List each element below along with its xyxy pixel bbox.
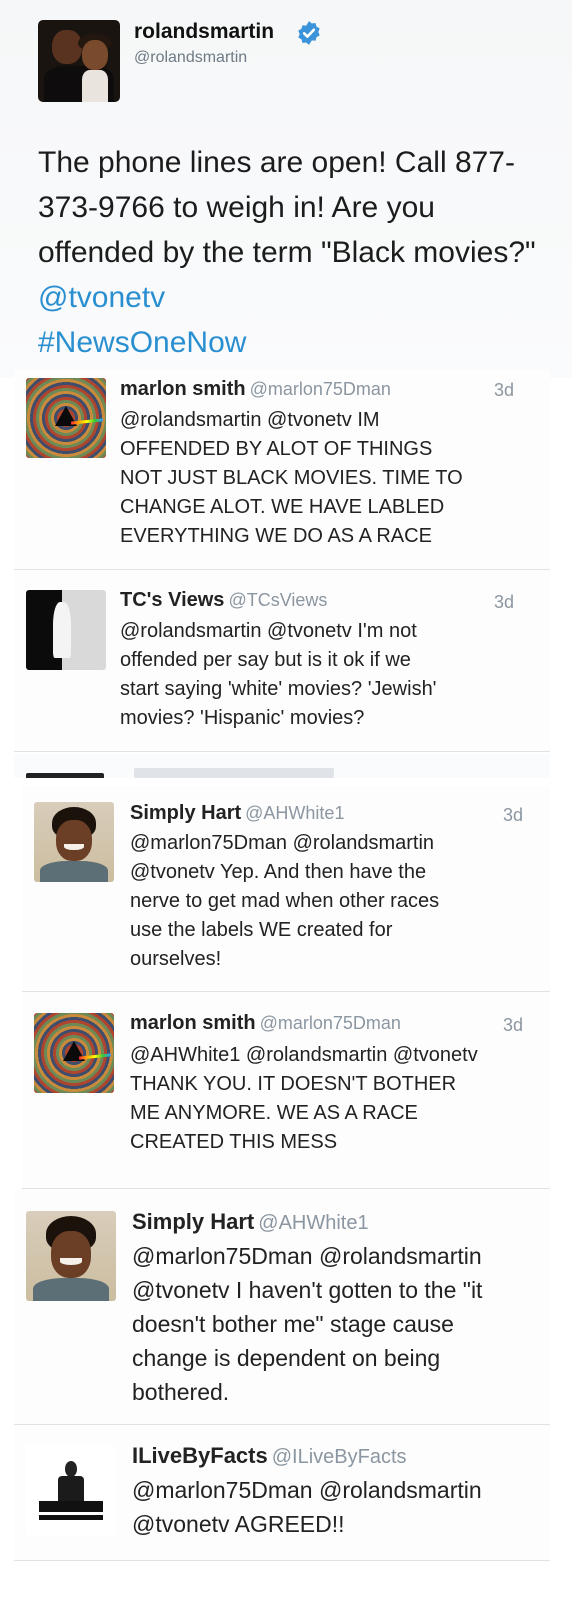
main-tweet: rolandsmartin @rolandsmartin The phone l… <box>0 0 572 378</box>
reply-text: @marlon75Dman @rolandsmartin @tvonetv I … <box>132 1243 483 1405</box>
reply-name: marlon smith <box>130 1012 256 1034</box>
reply-author[interactable]: marlon smith @marlon75Dman <box>120 378 391 401</box>
reply-handle: @marlon75Dman <box>249 379 391 399</box>
reply-handle: @TCsViews <box>228 590 328 610</box>
avatar-face-shape <box>52 30 82 64</box>
hashtag-link[interactable]: #NewsOneNow <box>38 326 246 359</box>
reply-name: ILiveByFacts <box>132 1443 268 1468</box>
reply-card[interactable]: marlon smith @marlon75Dman 3d @rolandsmar… <box>14 370 550 570</box>
reply-handle: @AHWhite1 <box>258 1212 369 1234</box>
author-handle[interactable]: @rolandsmartin <box>134 49 247 67</box>
reply-name: TC's Views <box>120 589 225 611</box>
psychedelic-prism-icon[interactable] <box>34 1013 114 1093</box>
tweet-text: The phone lines are open! Call 877-373-9… <box>38 140 538 365</box>
avatar-smile-shape <box>64 843 84 850</box>
psychedelic-prism-icon[interactable] <box>26 378 106 458</box>
mention-link[interactable]: @tvonetv <box>38 281 165 314</box>
reply-text: @AHWhite1 @rolandsmartin @tvonetv THANK … <box>130 1044 478 1153</box>
author-name[interactable]: rolandsmartin <box>134 20 274 44</box>
reply-card[interactable]: marlon smith @marlon75Dman 3d @AHWhite1 @… <box>22 993 550 1189</box>
avatar-face-shape <box>82 40 108 70</box>
avatar-edge-shape <box>26 773 104 778</box>
reply-author[interactable]: Simply Hart @AHWhite1 <box>130 802 344 825</box>
avatar-desk-shape <box>38 1500 104 1512</box>
verified-badge-icon <box>298 21 320 45</box>
bw-photo-icon[interactable] <box>26 590 106 670</box>
woman-portrait-icon[interactable] <box>34 802 114 882</box>
avatar-face-shape <box>51 1230 91 1278</box>
avatar-head-shape <box>64 1461 78 1478</box>
avatar-shoulder-shape <box>40 861 108 882</box>
reply-card[interactable]: Simply Hart @AHWhite1 3d @marlon75Dman @r… <box>22 786 550 992</box>
avatar-smile-shape <box>60 1257 82 1265</box>
reply-text: @marlon75Dman @rolandsmartin @tvonetv Ye… <box>130 832 440 970</box>
reply-name: Simply Hart <box>132 1209 255 1234</box>
reply-time[interactable]: 3d <box>503 1015 523 1036</box>
avatar-figure-shape <box>53 602 71 658</box>
woman-portrait-icon[interactable] <box>26 1211 116 1301</box>
reply-author[interactable]: TC's Views @TCsViews <box>120 589 327 612</box>
reply-card[interactable]: TC's Views @TCsViews 3d @rolandsmartin @t… <box>14 570 550 752</box>
cut-off-reply <box>14 754 550 778</box>
reply-author[interactable]: ILiveByFacts @ILiveByFacts <box>132 1443 407 1469</box>
reply-time[interactable]: 3d <box>494 592 514 613</box>
reply-author[interactable]: marlon smith @marlon75Dman <box>130 1012 401 1035</box>
avatar-shoulder-shape <box>33 1277 109 1301</box>
avatar-face-shape <box>56 819 92 862</box>
reply-text: @rolandsmartin @tvonetv I'm not offended… <box>120 620 437 729</box>
reply-time[interactable]: 3d <box>494 380 514 401</box>
reply-handle: @marlon75Dman <box>259 1013 401 1033</box>
reply-handle: @ILiveByFacts <box>271 1446 407 1468</box>
avatar-top-shape <box>82 70 108 102</box>
tweet-body: The phone lines are open! Call 877-373-9… <box>38 146 536 269</box>
avatar-desk-base-shape <box>38 1515 104 1520</box>
reply-card[interactable]: Simply Hart @AHWhite1 @marlon75Dman @rola… <box>14 1189 550 1425</box>
dj-figure-icon[interactable] <box>26 1445 116 1535</box>
reply-name: marlon smith <box>120 378 246 400</box>
reply-text: @marlon75Dman @rolandsmartin @tvonetv AG… <box>132 1477 482 1537</box>
reply-name: Simply Hart <box>130 802 242 824</box>
reply-text: @rolandsmartin @tvonetv IM OFFENDED BY A… <box>120 409 463 547</box>
text-edge-shape <box>134 768 334 778</box>
reply-handle: @AHWhite1 <box>245 803 345 823</box>
reply-time[interactable]: 3d <box>503 805 523 826</box>
avatar-torso-shape <box>58 1475 84 1501</box>
main-avatar[interactable] <box>38 20 120 102</box>
reply-author[interactable]: Simply Hart @AHWhite1 <box>132 1209 369 1235</box>
reply-card[interactable]: ILiveByFacts @ILiveByFacts @marlon75Dman … <box>14 1425 550 1561</box>
